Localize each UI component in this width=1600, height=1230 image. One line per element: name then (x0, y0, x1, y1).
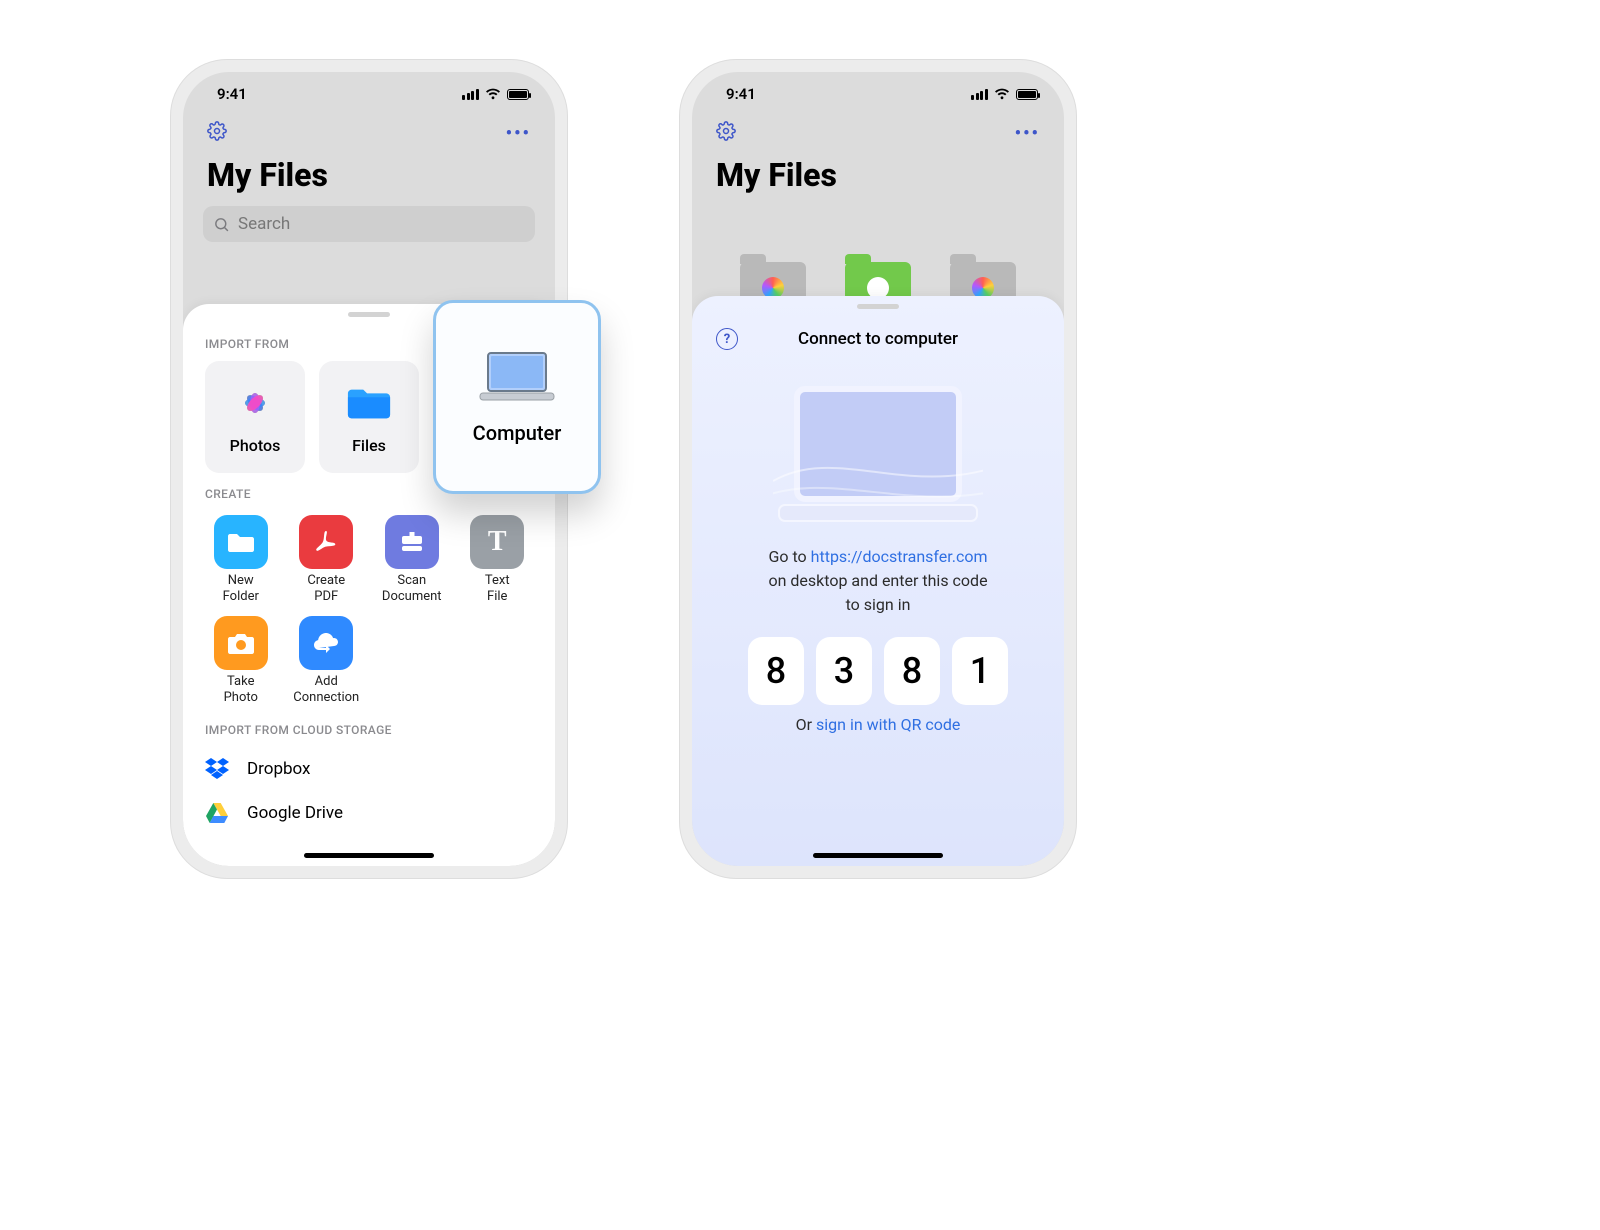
connect-instructions: Go to https://docstransfer.com on deskto… (716, 543, 1040, 619)
qr-signin-link[interactable]: sign in with QR code (816, 715, 960, 734)
cloud-icon (299, 616, 353, 670)
code-digit-1: 8 (748, 637, 804, 705)
home-indicator (304, 853, 434, 858)
new-folder-icon (214, 515, 268, 569)
laptop-illustration (773, 381, 983, 533)
code-digit-2: 3 (816, 637, 872, 705)
qr-alternative: Or sign in with QR code (716, 715, 1040, 734)
status-bar: 9:41 (692, 72, 1064, 116)
cellular-icon (971, 89, 988, 100)
connect-title: Connect to computer (716, 329, 1040, 349)
connect-sheet: ? Connect to computer Go to https://docs… (692, 296, 1064, 866)
create-pdf-button[interactable]: Create PDF (287, 515, 367, 604)
cloud-gdrive-row[interactable]: Google Drive (183, 791, 555, 835)
code-digit-4: 1 (952, 637, 1008, 705)
battery-icon (507, 89, 529, 100)
gdrive-icon (205, 801, 229, 825)
float-card-label: Computer (473, 421, 562, 445)
code-digit-3: 8 (884, 637, 940, 705)
add-connection-button[interactable]: Add Connection (287, 616, 367, 705)
search-input[interactable]: Search (203, 206, 535, 242)
text-file-button[interactable]: T Text File (458, 515, 538, 604)
scanner-icon (385, 515, 439, 569)
gear-icon[interactable] (716, 121, 736, 145)
cellular-icon (462, 89, 479, 100)
sheet-handle[interactable] (348, 312, 390, 317)
docs-transfer-link[interactable]: https://docstransfer.com (811, 547, 988, 566)
wifi-icon (994, 88, 1010, 100)
photos-icon (232, 380, 278, 426)
page-title: My Files (183, 150, 555, 206)
phone-frame-right: 9:41 ••• My Files ? Connect to compute (680, 60, 1076, 878)
status-time: 9:41 (217, 85, 247, 103)
home-indicator (813, 853, 943, 858)
scan-document-button[interactable]: Scan Document (372, 515, 452, 604)
cloud-dropbox-row[interactable]: Dropbox (183, 747, 555, 791)
battery-icon (1016, 89, 1038, 100)
dropbox-icon (205, 757, 229, 781)
code-row: 8 3 8 1 (716, 637, 1040, 705)
page-title: My Files (692, 150, 1064, 206)
text-icon: T (470, 515, 524, 569)
folder-icon (346, 380, 392, 426)
more-icon[interactable]: ••• (506, 123, 531, 144)
search-placeholder: Search (238, 214, 290, 234)
import-computer-highlight[interactable]: Computer (433, 300, 601, 494)
section-cloud-label: IMPORT FROM CLOUD STORAGE (183, 709, 555, 747)
import-photos-card[interactable]: Photos (205, 361, 305, 473)
more-icon[interactable]: ••• (1015, 123, 1040, 144)
new-folder-button[interactable]: New Folder (201, 515, 281, 604)
wifi-icon (485, 88, 501, 100)
laptop-icon (478, 349, 556, 403)
status-bar: 9:41 (183, 72, 555, 116)
pdf-icon (299, 515, 353, 569)
gear-icon[interactable] (207, 121, 227, 145)
take-photo-button[interactable]: Take Photo (201, 616, 281, 705)
import-files-card[interactable]: Files (319, 361, 419, 473)
camera-icon (214, 616, 268, 670)
sheet-handle[interactable] (857, 304, 899, 309)
status-time: 9:41 (726, 85, 756, 103)
